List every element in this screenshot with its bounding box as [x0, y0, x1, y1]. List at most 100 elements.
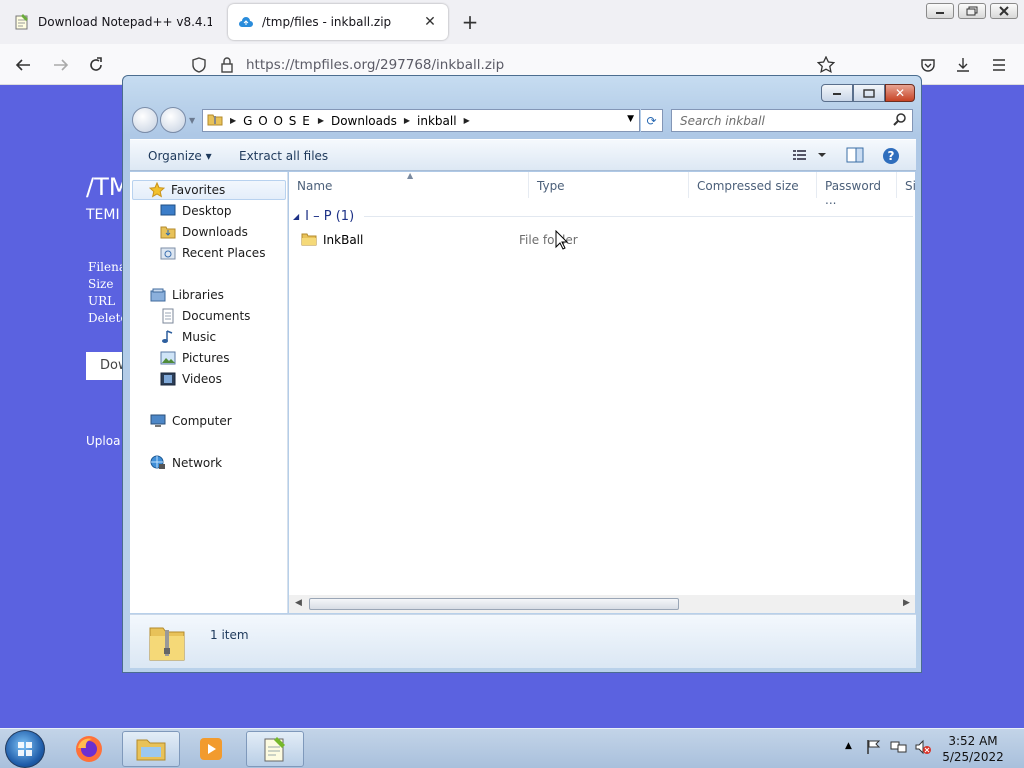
nav-videos[interactable]: Videos: [160, 369, 222, 389]
explorer-minimize-button[interactable]: [821, 84, 853, 102]
breadcrumb-downloads[interactable]: Downloads: [331, 114, 397, 128]
nav-pictures[interactable]: Pictures: [160, 348, 230, 368]
nav-music[interactable]: Music: [160, 327, 216, 347]
media-player-icon: [200, 738, 222, 760]
search-input[interactable]: Search inkball: [671, 109, 913, 132]
recent-pages-dropdown-icon[interactable]: ▼: [189, 116, 195, 125]
upload-link[interactable]: Uploa: [86, 434, 120, 448]
extract-all-button[interactable]: Extract all files: [239, 149, 328, 163]
url-label: URL: [88, 294, 116, 308]
forward-arrow-icon[interactable]: [48, 52, 74, 78]
explorer-close-button[interactable]: ✕: [885, 84, 915, 102]
explorer-back-button[interactable]: [132, 107, 158, 133]
star-icon: [149, 182, 165, 198]
explorer-forward-button[interactable]: [160, 107, 186, 133]
column-size[interactable]: Si: [897, 172, 915, 198]
download-icon[interactable]: [950, 52, 976, 78]
nav-recent-places[interactable]: Recent Places: [160, 243, 265, 263]
scrollbar-thumb[interactable]: [309, 598, 679, 610]
notepadpp-taskbar-button[interactable]: [246, 731, 304, 767]
lock-icon[interactable]: [216, 54, 238, 76]
nav-desktop[interactable]: Desktop: [160, 201, 232, 221]
breadcrumb-arrow-icon[interactable]: ▶: [404, 116, 410, 125]
notepadpp-icon: [264, 737, 285, 762]
mouse-cursor-icon: [555, 229, 569, 253]
reload-icon[interactable]: [83, 52, 109, 78]
explorer-maximize-button[interactable]: [853, 84, 885, 102]
back-arrow-icon[interactable]: [10, 52, 36, 78]
nav-libraries[interactable]: Libraries: [150, 285, 224, 305]
explorer-taskbar-button[interactable]: [122, 731, 180, 767]
folder-icon: [301, 232, 317, 249]
svg-text:?: ?: [888, 149, 895, 163]
minimize-button[interactable]: [926, 3, 954, 19]
libraries-icon: [150, 287, 166, 303]
zip-folder-large-icon: [148, 622, 186, 665]
help-icon[interactable]: ?: [882, 147, 900, 168]
breadcrumb-goose[interactable]: G O O S E: [243, 114, 311, 128]
taskbar-clock[interactable]: 3:52 AM 5/25/2022: [940, 733, 1006, 765]
horizontal-scrollbar[interactable]: ◀ ▶: [289, 595, 915, 613]
preview-pane-icon[interactable]: [846, 147, 864, 166]
page-subtitle: TEMI: [86, 207, 120, 223]
computer-icon: [150, 413, 166, 429]
cloud-upload-icon: [238, 14, 254, 30]
volume-muted-icon[interactable]: [914, 739, 932, 758]
group-header[interactable]: ◢ I – P (1): [293, 206, 913, 226]
shield-icon[interactable]: [188, 54, 210, 76]
new-tab-button[interactable]: +: [458, 10, 482, 34]
navigation-pane: Favorites Desktop Downloads Recent Place…: [130, 172, 288, 613]
close-window-button[interactable]: [990, 3, 1018, 19]
details-pane: 1 item: [130, 614, 916, 668]
breadcrumb-arrow-icon[interactable]: ▶: [464, 116, 470, 125]
view-options-icon[interactable]: [792, 147, 828, 166]
zip-folder-icon: [207, 112, 223, 129]
action-center-flag-icon[interactable]: [866, 739, 882, 758]
firefox-taskbar-button[interactable]: [60, 731, 118, 767]
explorer-window: ✕ ▼ ▶ G O O S E ▶ Downloads ▶ inkball ▶ …: [122, 75, 922, 673]
explorer-folder-icon: [136, 739, 166, 761]
column-type[interactable]: Type: [529, 172, 689, 198]
browser-tab-bar: Download Notepad++ v8.4.1 | N /tmp/files…: [0, 0, 1024, 44]
scroll-left-icon[interactable]: ◀: [295, 598, 302, 608]
media-player-taskbar-button[interactable]: [182, 731, 240, 767]
network-tray-icon[interactable]: [890, 739, 908, 758]
pocket-icon[interactable]: [915, 52, 941, 78]
column-compressed-size[interactable]: Compressed size: [689, 172, 817, 198]
recent-places-icon: [160, 245, 176, 261]
breadcrumb-arrow-icon[interactable]: ▶: [230, 116, 236, 125]
size-label: Size: [88, 277, 114, 291]
address-dropdown-icon[interactable]: ▼: [627, 114, 634, 124]
table-row[interactable]: InkBall File folder: [301, 230, 915, 250]
organize-button[interactable]: Organize ▾: [148, 149, 212, 163]
breadcrumb-arrow-icon[interactable]: ▶: [318, 116, 324, 125]
tab-tmpfiles[interactable]: /tmp/files - inkball.zip ✕: [228, 4, 448, 40]
taskbar: ▲ 3:52 AM 5/25/2022: [0, 728, 1024, 768]
item-count: 1 item: [210, 628, 249, 642]
address-bar[interactable]: ▶ G O O S E ▶ Downloads ▶ inkball ▶ ▼: [202, 109, 640, 132]
column-password[interactable]: Password ...: [817, 172, 897, 207]
nav-documents[interactable]: Documents: [160, 306, 250, 326]
menu-icon[interactable]: [986, 52, 1012, 78]
firefox-icon: [76, 736, 102, 762]
close-tab-icon[interactable]: ✕: [422, 14, 438, 30]
search-icon[interactable]: [893, 113, 907, 130]
start-button[interactable]: [5, 730, 45, 768]
collapse-group-icon[interactable]: ◢: [293, 212, 299, 221]
explorer-caption-buttons: ✕: [821, 84, 915, 102]
notepad-icon: [14, 14, 30, 30]
nav-computer[interactable]: Computer: [150, 411, 232, 431]
refresh-icon[interactable]: ⟳: [641, 109, 663, 132]
restore-button[interactable]: [958, 3, 986, 19]
nav-network[interactable]: Network: [150, 453, 222, 473]
show-hidden-icons-icon[interactable]: ▲: [845, 741, 852, 751]
nav-downloads[interactable]: Downloads: [160, 222, 248, 242]
nav-favorites[interactable]: Favorites: [132, 180, 286, 200]
pictures-icon: [160, 350, 176, 366]
tab-notepad[interactable]: Download Notepad++ v8.4.1 | N: [4, 4, 222, 40]
column-name[interactable]: Name ▲: [289, 171, 529, 198]
breadcrumb-inkball[interactable]: inkball: [417, 114, 457, 128]
scroll-right-icon[interactable]: ▶: [903, 598, 910, 608]
network-icon: [150, 455, 166, 471]
desktop-icon: [160, 203, 176, 219]
